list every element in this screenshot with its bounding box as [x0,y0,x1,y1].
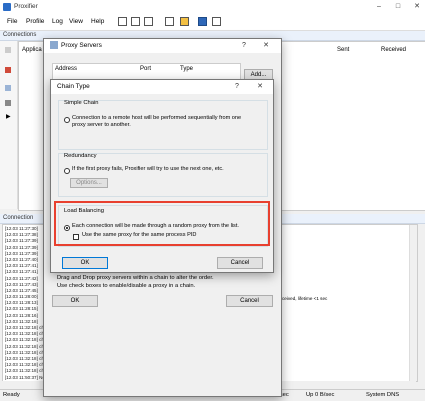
proxy-dialog-hint-2: Use check boxes to enable/disable a prox… [57,283,196,289]
proxy-servers-icon[interactable] [118,17,127,26]
load-balancing-highlight [54,201,270,246]
list-icon[interactable] [5,100,11,106]
chain-ok-button[interactable]: OK [62,257,108,269]
menu-file[interactable]: File [7,18,17,25]
proxy-dialog-help-icon[interactable]: ? [238,39,250,53]
simple-chain-text-2: proxy server to another. [72,122,131,128]
log-scrollbar[interactable] [409,225,417,381]
menu-log[interactable]: Log [52,18,63,25]
column-application[interactable]: Applica [22,47,42,53]
chain-dialog-help-icon[interactable]: ? [231,80,243,94]
proxifier-logo-icon [3,3,11,11]
log-line-tail: ceived, lifetime <1 sec [282,296,328,301]
proxy-cancel-button[interactable]: Cancel [226,295,273,307]
save-profile-icon[interactable] [198,17,207,26]
close-icon[interactable]: ✕ [410,2,424,12]
connections-sidebar: ▶ [0,41,18,209]
connection-log-title: Connection [3,215,34,221]
redundancy-heading: Redundancy [64,153,97,159]
status-up: Up 0 B/sec [306,392,335,398]
play-icon[interactable]: ▶ [6,113,11,120]
window-title: Proxifier [14,3,38,10]
advanced-icon[interactable] [165,17,174,26]
column-port[interactable]: Port [140,66,151,72]
proxy-dialog-icon [50,41,58,50]
expand-icon[interactable] [5,47,11,53]
options-icon[interactable] [212,17,221,26]
name-resolution-icon[interactable] [144,17,153,26]
simple-chain-group: Simple Chain Connection to a remote host… [58,100,268,150]
proxification-rules-icon[interactable] [131,17,140,26]
users-icon[interactable] [5,85,11,91]
menu-bar: File Profile Log View Help [0,14,425,31]
title-bar: Proxifier – □ ✕ [0,0,425,14]
menu-view[interactable]: View [69,18,83,25]
menu-help[interactable]: Help [91,18,104,25]
proxy-ok-button[interactable]: OK [52,295,98,307]
proxy-dialog-hint-1: Drag and Drop proxy servers within a cha… [57,275,214,281]
chain-dialog-close-icon[interactable]: ✕ [254,80,266,94]
column-received[interactable]: Received [381,47,406,53]
redundancy-radio[interactable] [64,168,70,174]
status-ready: Ready [3,392,20,398]
simple-chain-heading: Simple Chain [64,100,99,106]
status-dns: System DNS [366,392,400,398]
minimize-icon[interactable]: – [372,2,386,12]
chain-type-dialog: Chain Type ? ✕ Simple Chain Connection t… [50,79,274,273]
redundancy-group: Redundancy If the first proxy fails, Pro… [58,153,268,197]
simple-chain-text-1: Connection to a remote host will be perf… [72,115,242,121]
proxy-dialog-close-icon[interactable]: ✕ [260,39,272,53]
stop-icon[interactable] [5,67,11,73]
open-profile-icon[interactable] [180,17,189,26]
menu-profile[interactable]: Profile [26,18,44,25]
column-sent[interactable]: Sent [337,47,349,53]
simple-chain-radio[interactable] [64,117,70,123]
maximize-icon[interactable]: □ [391,2,405,12]
chain-cancel-button[interactable]: Cancel [217,257,263,269]
proxy-dialog-title-text: Proxy Servers [61,42,102,49]
redundancy-text: If the first proxy fails, Proxifier will… [72,166,224,172]
redundancy-options-button[interactable]: Options... [70,178,108,188]
column-type[interactable]: Type [180,66,193,72]
column-address[interactable]: Address [55,66,77,72]
